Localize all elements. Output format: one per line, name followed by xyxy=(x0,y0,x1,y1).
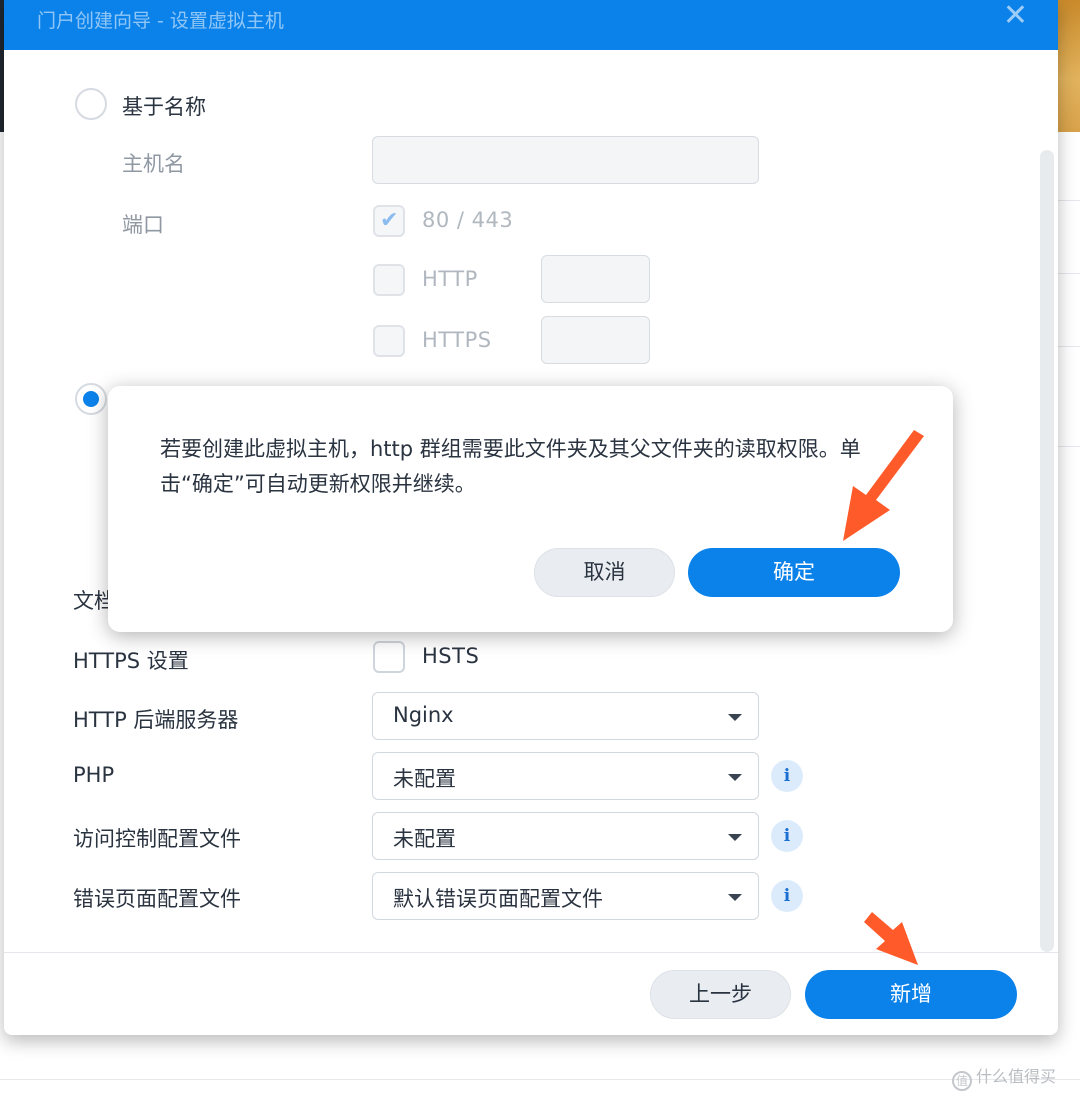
access-control-label: 访问控制配置文件 xyxy=(73,827,241,851)
https-port-input[interactable] xyxy=(541,316,650,364)
chevron-down-icon xyxy=(728,774,742,781)
permission-confirm-dialog: 若要创建此虚拟主机，http 群组需要此文件夹及其父文件夹的读取权限。单击“确定… xyxy=(108,386,953,632)
background-divider xyxy=(1058,200,1080,201)
error-page-value: 默认错误页面配置文件 xyxy=(393,887,603,911)
background-divider xyxy=(1058,446,1080,447)
cancel-button[interactable]: 取消 xyxy=(534,548,675,597)
watermark: 值什么值得买 xyxy=(952,1063,1056,1091)
http-port-label: HTTP xyxy=(422,267,478,291)
http-port-checkbox[interactable] xyxy=(373,264,405,296)
background-divider xyxy=(1058,346,1080,347)
chevron-down-icon xyxy=(728,894,742,901)
background-panel-right xyxy=(1058,0,1080,132)
hostname-label: 主机名 xyxy=(122,152,185,176)
create-button[interactable]: 新增 xyxy=(805,970,1017,1019)
name-based-label: 基于名称 xyxy=(122,95,206,119)
php-value: 未配置 xyxy=(393,767,456,791)
background-divider xyxy=(1058,273,1080,274)
window-titlebar: 门户创建向导 - 设置虚拟主机 ✕ xyxy=(4,0,1058,50)
background-divider xyxy=(0,1079,1080,1080)
error-page-label: 错误页面配置文件 xyxy=(73,887,241,911)
https-port-checkbox[interactable] xyxy=(373,325,405,357)
ok-button[interactable]: 确定 xyxy=(688,548,900,597)
http-backend-label: HTTP 后端服务器 xyxy=(73,708,239,732)
chevron-down-icon xyxy=(728,834,742,841)
php-info-icon[interactable]: i xyxy=(771,760,803,792)
window-title: 门户创建向导 - 设置虚拟主机 xyxy=(37,10,284,32)
back-button[interactable]: 上一步 xyxy=(650,970,791,1019)
dialog-message: 若要创建此虚拟主机，http 群组需要此文件夹及其父文件夹的读取权限。单击“确定… xyxy=(160,437,861,496)
php-select[interactable]: 未配置 xyxy=(372,752,759,800)
port-label: 端口 xyxy=(122,213,164,237)
port-based-radio[interactable] xyxy=(75,383,107,415)
default-ports-label: 80 / 443 xyxy=(422,208,514,232)
watermark-text: 什么值得买 xyxy=(976,1067,1057,1086)
watermark-logo-icon: 值 xyxy=(952,1071,972,1091)
access-control-info-icon[interactable]: i xyxy=(771,820,803,852)
php-label: PHP xyxy=(73,763,115,787)
http-backend-value: Nginx xyxy=(393,703,454,727)
checkmark-icon: ✔ xyxy=(380,208,399,233)
hsts-checkbox[interactable] xyxy=(373,641,405,673)
error-page-info-icon[interactable]: i xyxy=(771,880,803,912)
chevron-down-icon xyxy=(728,714,742,721)
name-based-radio[interactable] xyxy=(75,88,107,120)
https-settings-label: HTTPS 设置 xyxy=(73,649,189,673)
default-ports-checkbox[interactable]: ✔ xyxy=(373,205,405,237)
hostname-input[interactable] xyxy=(372,136,759,184)
vertical-scrollbar[interactable] xyxy=(1040,150,1054,952)
http-backend-select[interactable]: Nginx xyxy=(372,692,759,740)
access-control-select[interactable]: 未配置 xyxy=(372,812,759,860)
access-control-value: 未配置 xyxy=(393,827,456,851)
https-port-label: HTTPS xyxy=(422,328,492,352)
footer-divider xyxy=(4,952,1058,953)
error-page-select[interactable]: 默认错误页面配置文件 xyxy=(372,872,759,920)
close-icon[interactable]: ✕ xyxy=(1003,1,1028,31)
http-port-input[interactable] xyxy=(541,255,650,303)
hsts-label: HSTS xyxy=(422,644,480,668)
